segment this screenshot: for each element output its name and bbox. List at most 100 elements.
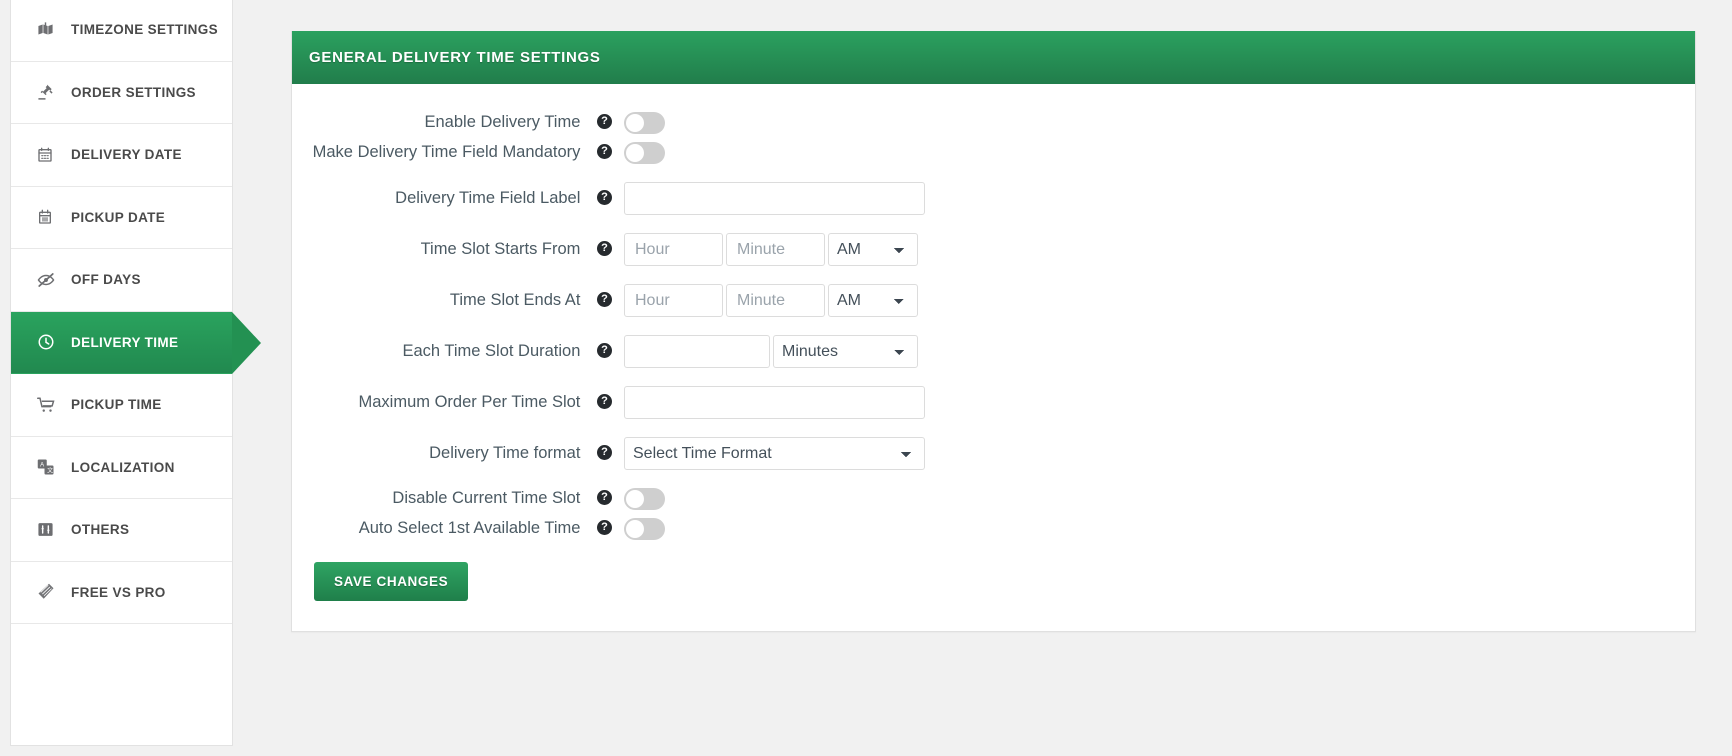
page-title: General Delivery Time Settings xyxy=(309,49,601,66)
sidebar-item-label: Free Vs Pro xyxy=(71,584,166,600)
question-mark-icon[interactable]: ? xyxy=(597,189,612,205)
delivery-time-field-label-input[interactable] xyxy=(624,182,925,215)
control-wrapper xyxy=(624,142,665,164)
row-disable-current-time-slot: Disable Current Time Slot ? xyxy=(292,488,1695,510)
sidebar-item-delivery-time[interactable]: Delivery Time xyxy=(11,311,261,374)
sidebar-item-pickup-time[interactable]: Pickup Time xyxy=(11,374,232,437)
field-label: Time Slot Ends At xyxy=(449,290,581,309)
general-delivery-time-settings-panel: General Delivery Time Settings Enable De… xyxy=(291,31,1696,632)
sliders-icon xyxy=(37,521,63,538)
row-auto-select-first-available-time: Auto Select 1st Available Time ? xyxy=(292,518,1695,540)
settings-sidebar: Timezone Settings Order Settings Deliver… xyxy=(10,0,261,746)
field-label-wrapper: Time Slot Starts From ? xyxy=(292,240,624,260)
field-label-wrapper: Disable Current Time Slot ? xyxy=(292,489,624,509)
sidebar-item-others[interactable]: Others xyxy=(11,499,232,562)
control-wrapper xyxy=(624,488,665,510)
maximum-order-per-time-slot-input[interactable] xyxy=(624,386,925,419)
end-hour-input[interactable] xyxy=(624,284,723,317)
sidebar-item-localization[interactable]: A文 Localization xyxy=(11,436,232,499)
field-label: Each Time Slot Duration xyxy=(402,341,581,360)
field-label: Delivery Time Field Label xyxy=(395,188,581,207)
field-label: Maximum Order Per Time Slot xyxy=(358,392,581,411)
start-minute-input[interactable] xyxy=(726,233,825,266)
control-wrapper: AM PM xyxy=(624,233,918,266)
layers-icon xyxy=(37,583,63,601)
field-label-wrapper: Make Delivery Time Field Mandatory ? xyxy=(292,143,624,163)
row-enable-delivery-time: Enable Delivery Time ? xyxy=(292,112,1695,134)
question-mark-icon[interactable]: ? xyxy=(597,393,612,409)
sidebar-item-label: Delivery Date xyxy=(71,147,182,163)
question-mark-icon[interactable]: ? xyxy=(597,240,612,256)
start-hour-input[interactable] xyxy=(624,233,723,266)
sidebar-item-label: Others xyxy=(71,522,130,538)
calendar-alt-icon xyxy=(37,209,63,225)
enable-delivery-time-toggle[interactable] xyxy=(624,112,665,134)
end-meridiem-select[interactable]: AM PM xyxy=(828,284,918,317)
field-label: Disable Current Time Slot xyxy=(392,489,581,508)
question-mark-icon[interactable]: ? xyxy=(597,342,612,358)
make-delivery-time-mandatory-toggle[interactable] xyxy=(624,142,665,164)
clock-icon xyxy=(37,333,63,351)
field-label: Auto Select 1st Available Time xyxy=(358,519,581,538)
sidebar-item-timezone-settings[interactable]: Timezone Settings xyxy=(11,0,232,62)
field-label: Time Slot Starts From xyxy=(420,239,581,258)
language-icon: A文 xyxy=(37,458,63,476)
field-label-wrapper: Delivery Time format ? xyxy=(292,444,624,464)
delivery-time-format-select[interactable]: Select Time Format 12 Hour 24 Hour xyxy=(624,437,925,470)
row-time-slot-starts-from: Time Slot Starts From ? AM PM xyxy=(292,233,1695,266)
panel-body: Enable Delivery Time ? Make Delivery Tim… xyxy=(292,84,1695,631)
question-mark-icon[interactable]: ? xyxy=(597,291,612,307)
row-time-slot-ends-at: Time Slot Ends At ? AM PM xyxy=(292,284,1695,317)
sidebar-item-free-vs-pro[interactable]: Free Vs Pro xyxy=(11,561,232,624)
field-label-wrapper: Delivery Time Field Label ? xyxy=(292,189,624,209)
field-label-wrapper: Time Slot Ends At ? xyxy=(292,291,624,311)
control-wrapper xyxy=(624,112,665,134)
row-make-delivery-time-mandatory: Make Delivery Time Field Mandatory ? xyxy=(292,142,1695,164)
control-wrapper xyxy=(624,518,665,540)
question-mark-icon[interactable]: ? xyxy=(597,144,612,160)
save-changes-button[interactable]: Save Changes xyxy=(314,562,469,601)
control-wrapper xyxy=(624,182,925,215)
row-delivery-time-format: Delivery Time format ? Select Time Forma… xyxy=(292,437,1695,470)
field-label: Delivery Time format xyxy=(429,443,581,462)
sidebar-item-label: Delivery Time xyxy=(71,334,179,350)
sidebar-item-pickup-date[interactable]: Pickup Date xyxy=(11,186,232,249)
app-root: Timezone Settings Order Settings Deliver… xyxy=(0,0,1732,756)
save-button-wrapper: Save Changes xyxy=(292,562,1695,601)
control-wrapper: Select Time Format 12 Hour 24 Hour xyxy=(624,437,925,470)
sidebar-item-label: Pickup Date xyxy=(71,209,166,225)
end-minute-input[interactable] xyxy=(726,284,825,317)
sidebar-empty-space xyxy=(11,624,232,744)
question-mark-icon[interactable]: ? xyxy=(597,114,612,130)
sidebar-item-label: Localization xyxy=(71,459,175,475)
control-wrapper: Minutes Hours xyxy=(624,335,918,368)
sidebar-item-off-days[interactable]: Off Days xyxy=(11,249,232,312)
disable-current-time-slot-toggle[interactable] xyxy=(624,488,665,510)
question-mark-icon[interactable]: ? xyxy=(597,490,612,506)
sidebar-item-label: Order Settings xyxy=(71,84,196,100)
sidebar-item-order-settings[interactable]: Order Settings xyxy=(11,61,232,124)
slot-duration-input[interactable] xyxy=(624,335,770,368)
map-marker-icon xyxy=(37,21,63,38)
field-label: Make Delivery Time Field Mandatory xyxy=(312,143,581,162)
control-wrapper xyxy=(624,386,925,419)
field-label-wrapper: Enable Delivery Time ? xyxy=(292,113,624,133)
sidebar-item-label: Timezone Settings xyxy=(71,22,218,38)
control-wrapper: AM PM xyxy=(624,284,918,317)
sidebar-item-delivery-date[interactable]: Delivery Date xyxy=(11,124,232,187)
question-mark-icon[interactable]: ? xyxy=(597,444,612,460)
sidebar-item-label: Off Days xyxy=(71,272,141,288)
slot-duration-unit-select[interactable]: Minutes Hours xyxy=(773,335,918,368)
panel-header: General Delivery Time Settings xyxy=(292,31,1695,84)
auto-select-first-available-time-toggle[interactable] xyxy=(624,518,665,540)
field-label-wrapper: Maximum Order Per Time Slot ? xyxy=(292,393,624,413)
start-meridiem-select[interactable]: AM PM xyxy=(828,233,918,266)
question-mark-icon[interactable]: ? xyxy=(597,520,612,536)
shopping-cart-icon xyxy=(37,396,63,414)
field-label-wrapper: Each Time Slot Duration ? xyxy=(292,342,624,362)
gavel-icon xyxy=(37,84,63,101)
calendar-icon xyxy=(37,147,63,163)
field-label: Enable Delivery Time xyxy=(424,113,581,132)
row-each-time-slot-duration: Each Time Slot Duration ? Minutes Hours xyxy=(292,335,1695,368)
sidebar-item-label: Pickup Time xyxy=(71,397,162,413)
